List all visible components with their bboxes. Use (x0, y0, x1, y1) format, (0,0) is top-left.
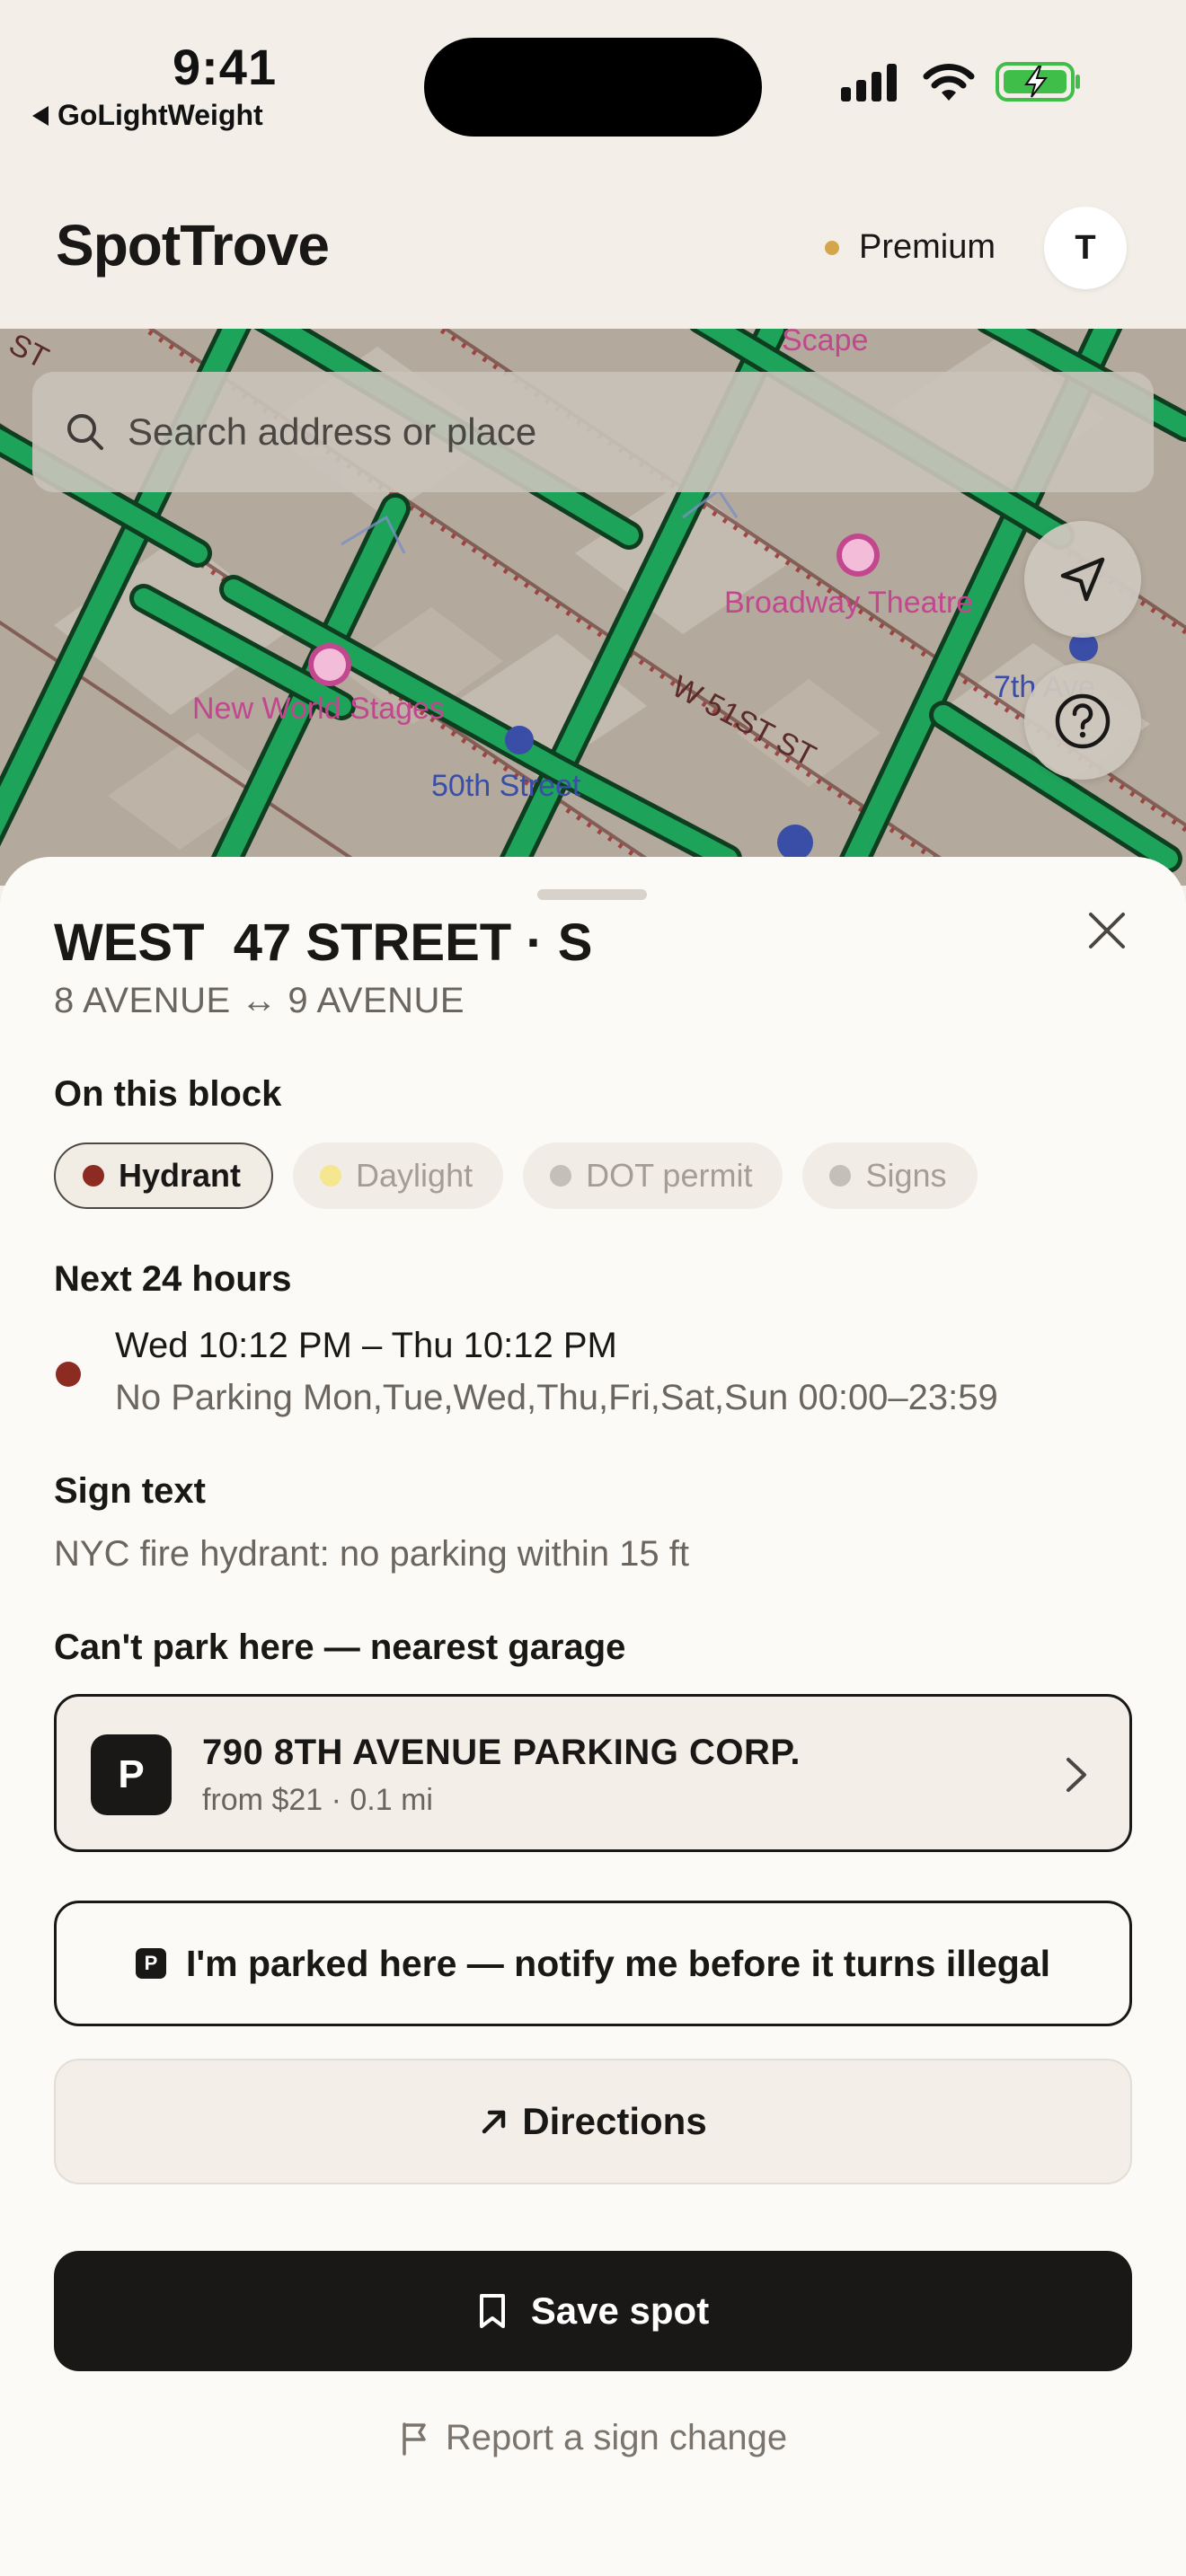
save-spot-label: Save spot (530, 2289, 710, 2332)
save-spot-button[interactable]: Save spot (54, 2251, 1132, 2371)
status-icons (839, 61, 1082, 102)
dot-permit-dot-icon (550, 1165, 572, 1187)
chip-hydrant[interactable]: Hydrant (54, 1142, 274, 1209)
map-label-50th-street: 50th Street (431, 769, 581, 803)
garage-card[interactable]: P 790 8TH AVENUE PARKING CORP. from $21 … (54, 1694, 1132, 1852)
back-triangle-icon (32, 105, 49, 126)
avatar[interactable]: T (1044, 207, 1127, 289)
next-24-heading: Next 24 hours (54, 1259, 292, 1299)
sheet-grabber[interactable] (537, 889, 647, 900)
question-circle-icon (1055, 693, 1111, 749)
notify-parked-button[interactable]: P I'm parked here — notify me before it … (54, 1901, 1132, 2026)
map-label-scape: Scape (782, 329, 869, 357)
on-block-heading: On this block (54, 1074, 282, 1114)
back-to-app-link[interactable]: GoLightWeight (32, 99, 263, 132)
nearest-garage-heading: Can't park here — nearest garage (54, 1628, 626, 1667)
notify-parked-label: I'm parked here — notify me before it tu… (185, 1942, 1051, 1984)
sign-text-value: NYC fire hydrant: no parking within 15 f… (54, 1534, 690, 1574)
schedule-status-dot-icon (56, 1362, 81, 1387)
parking-garage-icon: P (91, 1734, 172, 1815)
chip-hydrant-label: Hydrant (119, 1157, 242, 1194)
garage-name: 790 8TH AVENUE PARKING CORP. (202, 1733, 801, 1772)
street-title: WEST 47 STREET · S (54, 913, 593, 972)
close-button[interactable] (1078, 902, 1136, 959)
close-icon (1089, 913, 1125, 948)
battery-charging-icon (996, 62, 1080, 101)
report-sign-change-link[interactable]: Report a sign change (0, 2418, 1186, 2458)
directions-label: Directions (522, 2100, 707, 2142)
wifi-icon (923, 64, 975, 101)
schedule-time-range: Wed 10:12 PM – Thu 10:12 PM (115, 1326, 617, 1365)
map-label-new-world-stages: New World Stages (192, 692, 445, 726)
search-bar[interactable] (32, 372, 1154, 492)
signs-dot-icon (829, 1165, 852, 1187)
cellular-signal-icon (841, 64, 897, 101)
chip-daylight[interactable]: Daylight (293, 1142, 504, 1209)
regulation-chips: Hydrant Daylight DOT permit Signs (54, 1142, 978, 1209)
chip-signs[interactable]: Signs (802, 1142, 978, 1209)
report-sign-change-label: Report a sign change (445, 2418, 788, 2457)
premium-dot-icon (825, 240, 839, 255)
dynamic-island (424, 38, 762, 137)
bookmark-icon (479, 2294, 505, 2328)
chip-daylight-label: Daylight (356, 1157, 474, 1194)
app-brand: SpotTrove (56, 213, 330, 278)
cross-streets: 8 AVENUE ↔ 9 AVENUE (54, 981, 465, 1020)
daylight-dot-icon (320, 1165, 342, 1187)
premium-label: Premium (859, 228, 996, 266)
chevron-right-icon (1067, 1758, 1086, 1792)
sign-text-heading: Sign text (54, 1471, 206, 1511)
garage-meta: from $21 · 0.1 mi (202, 1783, 433, 1817)
flag-icon (403, 2422, 426, 2456)
navigation-arrow-icon (1060, 557, 1105, 602)
search-icon (67, 414, 103, 450)
locate-button[interactable] (1024, 521, 1141, 638)
directions-button[interactable]: Directions (54, 2059, 1132, 2184)
schedule-rule: No Parking Mon,Tue,Wed,Thu,Fri,Sat,Sun 0… (115, 1378, 998, 1417)
status-time: 9:41 (173, 39, 278, 95)
search-input[interactable] (128, 410, 1116, 454)
premium-badge[interactable]: Premium (825, 228, 996, 267)
chip-signs-label: Signs (865, 1157, 947, 1194)
chip-dot-permit-label: DOT permit (586, 1157, 753, 1194)
help-button[interactable] (1024, 663, 1141, 780)
arrow-up-right-icon (482, 2110, 506, 2134)
back-app-label: GoLightWeight (58, 99, 263, 131)
hydrant-dot-icon (83, 1165, 104, 1187)
chip-dot-permit[interactable]: DOT permit (523, 1142, 783, 1209)
map-label-broadway-theatre: Broadway Theatre (724, 586, 974, 620)
parking-icon: P (135, 1948, 166, 1979)
